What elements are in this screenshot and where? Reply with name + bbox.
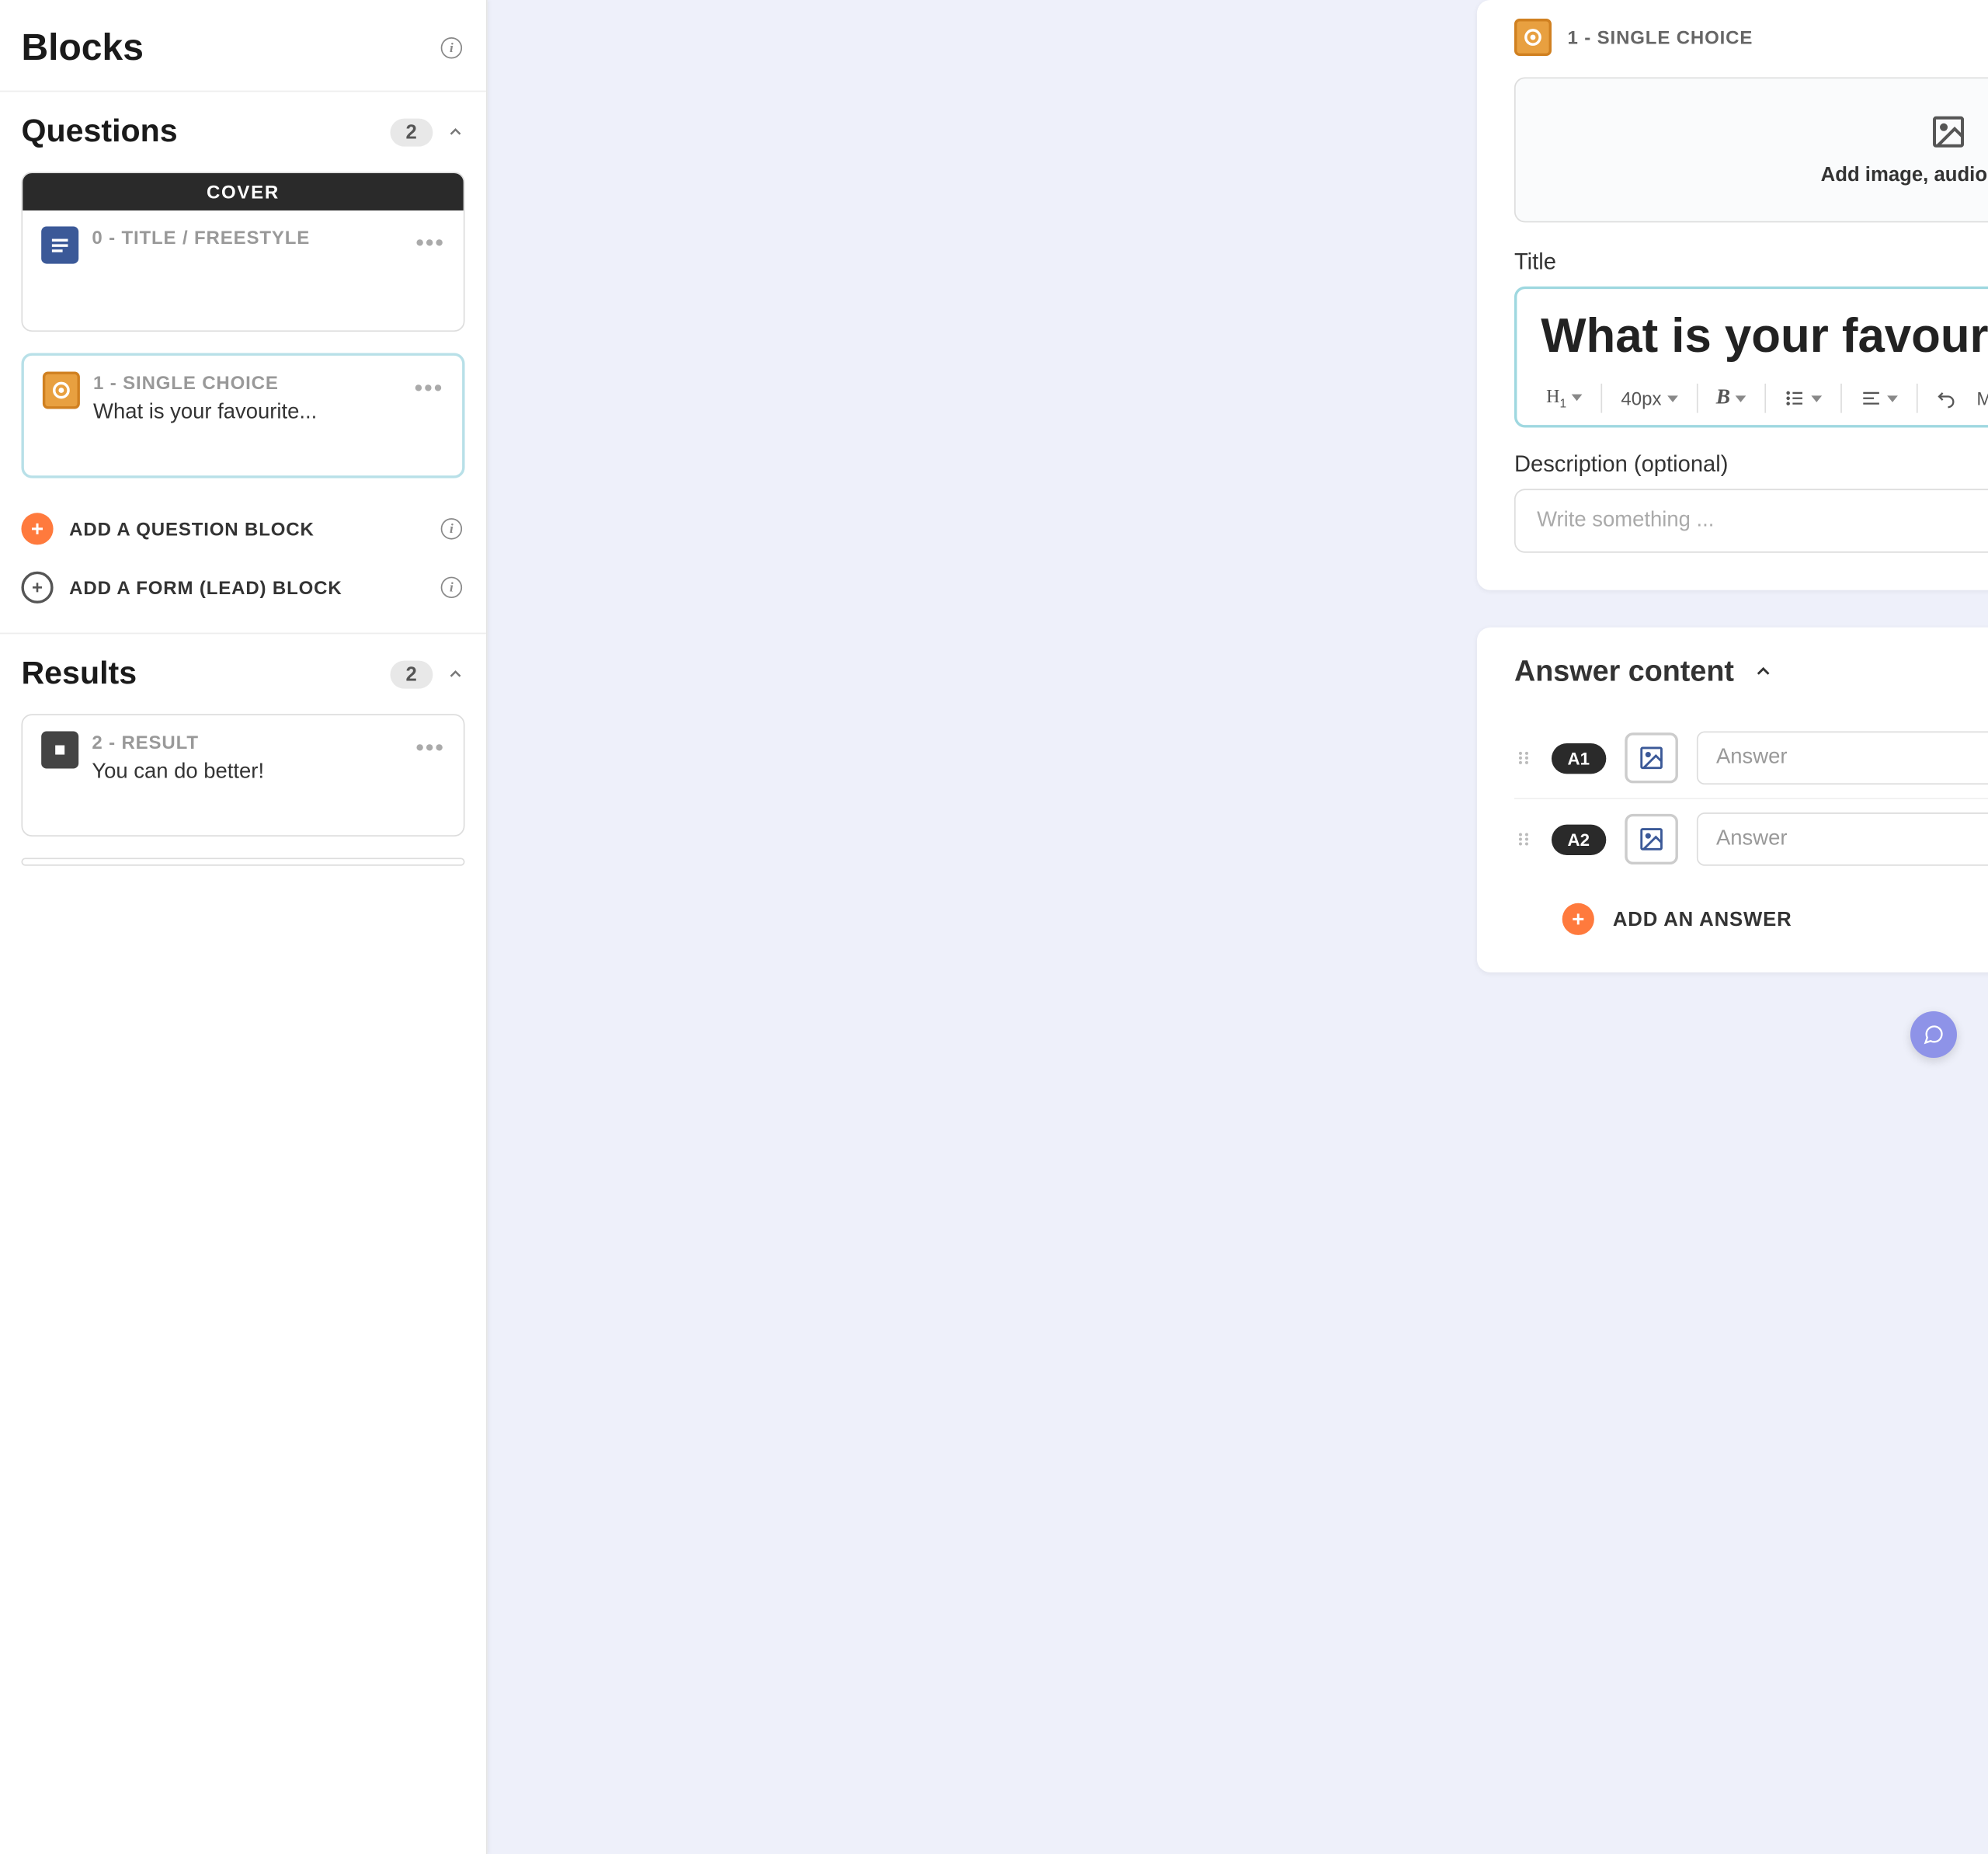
drag-handle-icon[interactable]	[1514, 830, 1533, 848]
more-dropdown[interactable]: More...	[1971, 384, 1988, 413]
question-editor-panel: 1 - SINGLE CHOICE Add image, audio, or v…	[1477, 0, 1988, 590]
cover-bar: COVER	[23, 173, 464, 210]
add-form-block-button[interactable]: ADD A FORM (LEAD) BLOCK i	[0, 558, 486, 617]
results-count-badge: 2	[390, 660, 433, 688]
title-editor[interactable]: What is your favourite... H1 40px B	[1514, 287, 1988, 428]
single-choice-icon	[43, 371, 80, 409]
description-input[interactable]: Write something ... ⋰	[1514, 489, 1988, 552]
description-placeholder: Write something ...	[1537, 509, 1714, 531]
more-label: More...	[1976, 388, 1988, 409]
card-preview: What is your favourite...	[93, 401, 443, 425]
bold-dropdown[interactable]: B	[1711, 382, 1752, 414]
card-menu-icon[interactable]: •••	[415, 734, 445, 762]
add-answer-label: ADD AN ANSWER	[1613, 908, 1792, 930]
blocks-info-icon[interactable]: i	[438, 35, 464, 61]
result-block-icon	[41, 732, 78, 769]
single-choice-icon	[1514, 19, 1552, 56]
plus-icon	[1562, 903, 1594, 935]
plus-icon	[21, 513, 53, 544]
add-media-dropzone[interactable]: Add image, audio, or video	[1514, 77, 1988, 222]
sidebar: Blocks i Questions 2 COVER 0 - TITLE / F…	[0, 0, 488, 1854]
answer-input[interactable]: Answer⋰	[1696, 812, 1988, 866]
add-answer-button[interactable]: ADD AN ANSWER	[1514, 879, 1988, 935]
main-editor: 1 - SINGLE CHOICE Add image, audio, or v…	[488, 0, 1988, 1854]
add-question-info-icon[interactable]: i	[438, 516, 464, 542]
card-preview: You can do better!	[92, 760, 444, 784]
answer-placeholder: Answer	[1716, 746, 1788, 768]
image-icon	[1930, 113, 1967, 151]
answer-row: A2 Answer⋰ •••	[1514, 799, 1988, 879]
card-label: 1 - SINGLE CHOICE	[93, 371, 443, 392]
font-size-dropdown[interactable]: 40px	[1616, 384, 1683, 413]
font-size-value: 40px	[1621, 388, 1661, 409]
answer-placeholder: Answer	[1716, 827, 1788, 850]
chevron-up-icon	[1753, 661, 1774, 682]
undo-button[interactable]	[1931, 384, 1963, 413]
add-form-info-icon[interactable]: i	[438, 574, 464, 600]
description-field-label: Description (optional)	[1514, 451, 1728, 478]
question-card-single-choice[interactable]: 1 - SINGLE CHOICE What is your favourite…	[21, 353, 464, 478]
question-card-cover[interactable]: COVER 0 - TITLE / FREESTYLE •••	[21, 172, 464, 332]
answer-section-title[interactable]: Answer content	[1514, 654, 1774, 689]
plus-outline-icon	[21, 572, 53, 604]
question-type-label: 1 - SINGLE CHOICE	[1568, 26, 1753, 47]
questions-section-header[interactable]: Questions 2	[0, 91, 486, 172]
answer-row: A1 Answer⋰ •••	[1514, 718, 1988, 799]
results-section-header[interactable]: Results 2	[0, 633, 486, 715]
questions-count-badge: 2	[390, 118, 433, 146]
text-toolbar: H1 40px B	[1541, 382, 1988, 414]
card-label: 0 - TITLE / FREESTYLE	[92, 227, 444, 248]
chevron-up-icon[interactable]	[447, 665, 465, 684]
sidebar-title: Blocks	[21, 26, 143, 69]
list-dropdown[interactable]	[1780, 384, 1828, 413]
answer-content-panel: Answer content A1 Answer⋰ •••	[1477, 628, 1988, 972]
questions-title: Questions	[21, 113, 177, 151]
answer-badge: A2	[1552, 824, 1606, 854]
answer-input[interactable]: Answer⋰	[1696, 732, 1988, 785]
answer-section-label: Answer content	[1514, 654, 1734, 689]
card-menu-icon[interactable]: •••	[415, 229, 445, 257]
result-card-next[interactable]	[21, 857, 464, 865]
answer-image-button[interactable]	[1625, 732, 1678, 783]
card-label: 2 - RESULT	[92, 732, 444, 753]
answer-badge: A1	[1552, 743, 1606, 773]
card-menu-icon[interactable]: •••	[415, 374, 444, 402]
result-card[interactable]: 2 - RESULT You can do better! •••	[21, 714, 464, 837]
answer-image-button[interactable]	[1625, 814, 1678, 864]
align-dropdown[interactable]	[1855, 384, 1903, 413]
heading-dropdown[interactable]: H1	[1541, 383, 1587, 413]
results-title: Results	[21, 656, 137, 693]
title-block-icon	[41, 227, 78, 264]
add-question-block-button[interactable]: ADD A QUESTION BLOCK i	[0, 499, 486, 558]
drag-handle-icon[interactable]	[1514, 749, 1533, 767]
chevron-up-icon[interactable]	[447, 123, 465, 141]
add-question-label: ADD A QUESTION BLOCK	[69, 518, 315, 539]
chat-fab-button[interactable]	[1910, 1011, 1957, 1058]
title-field-label: Title	[1514, 249, 1556, 276]
media-drop-label: Add image, audio, or video	[1516, 164, 1988, 186]
add-form-label: ADD A FORM (LEAD) BLOCK	[69, 577, 342, 598]
title-input[interactable]: What is your favourite...	[1541, 308, 1988, 363]
